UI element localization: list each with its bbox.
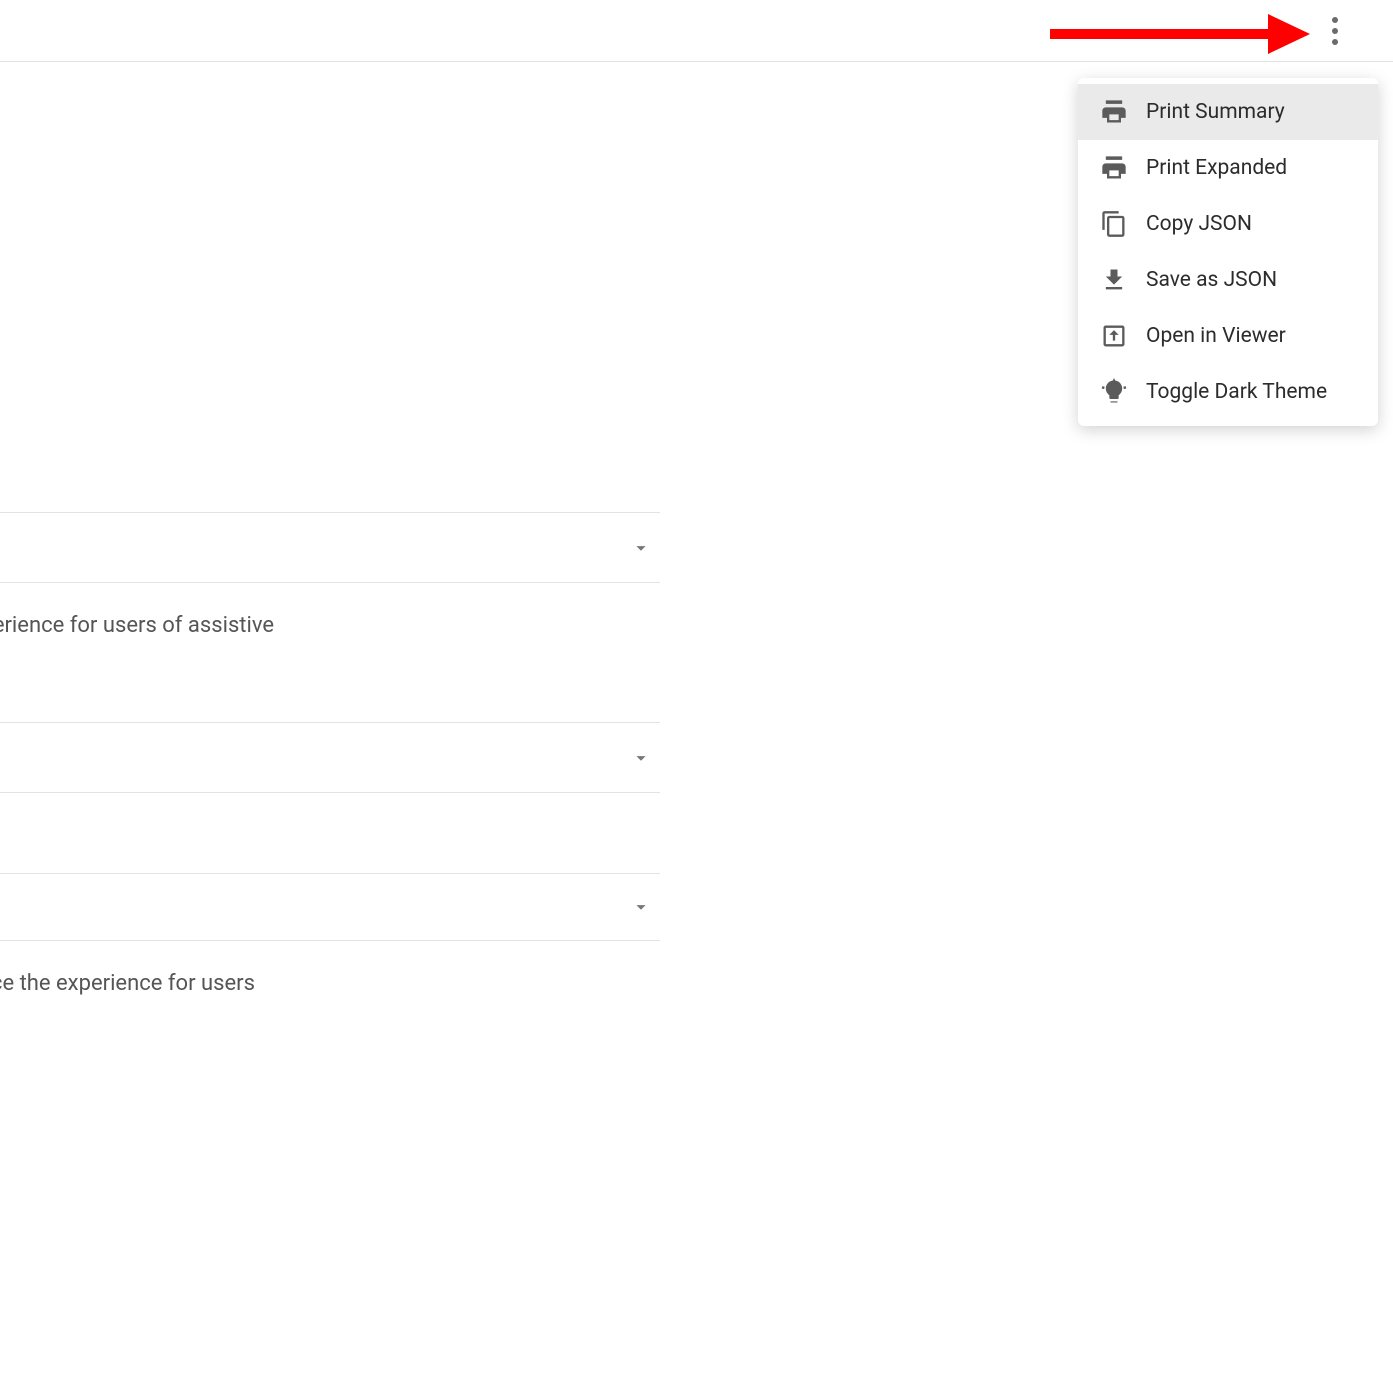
chevron-down-icon	[630, 747, 652, 769]
menu-item-label: Save as JSON	[1146, 268, 1277, 292]
more-options-button[interactable]	[1317, 13, 1353, 49]
bulb-icon	[1100, 378, 1128, 406]
print-icon	[1100, 154, 1128, 182]
menu-item-label: Print Summary	[1146, 100, 1285, 124]
menu-item-save-json[interactable]: Save as JSON	[1078, 252, 1378, 308]
menu-item-label: Toggle Dark Theme	[1146, 380, 1327, 404]
open-viewer-icon	[1100, 322, 1128, 350]
audit-row[interactable]: its	[0, 512, 660, 583]
category-heading: bility	[0, 250, 660, 302]
audit-row[interactable]: ntrast ratio.	[0, 722, 660, 793]
report-content: bility mprove the accessibility of your …	[0, 100, 660, 1080]
download-icon	[1100, 266, 1128, 294]
menu-item-print-summary[interactable]: Print Summary	[1078, 84, 1378, 140]
audit-description: tion which may enhance the experience fo…	[0, 583, 660, 642]
chevron-down-icon	[630, 896, 652, 918]
tools-menu: Print Summary Print Expanded Copy JSON S…	[1078, 78, 1378, 426]
chevron-down-icon	[630, 537, 652, 559]
menu-item-label: Print Expanded	[1146, 156, 1287, 180]
copy-icon	[1100, 210, 1128, 238]
menu-item-copy-json[interactable]: Copy JSON	[1078, 196, 1378, 252]
menu-item-print-expanded[interactable]: Print Expanded	[1078, 140, 1378, 196]
print-icon	[1100, 98, 1128, 126]
menu-item-label: Copy JSON	[1146, 212, 1252, 236]
menu-item-open-viewer[interactable]: Open in Viewer	[1078, 308, 1378, 364]
audit-row[interactable]	[0, 873, 660, 941]
menu-item-toggle-dark[interactable]: Toggle Dark Theme	[1078, 364, 1378, 420]
toolbar	[0, 0, 1393, 62]
audit-description: our application. This may enhance the ex…	[0, 941, 660, 1000]
category-description: mprove the accessibility of your y issue…	[0, 320, 660, 422]
menu-item-label: Open in Viewer	[1146, 324, 1286, 348]
